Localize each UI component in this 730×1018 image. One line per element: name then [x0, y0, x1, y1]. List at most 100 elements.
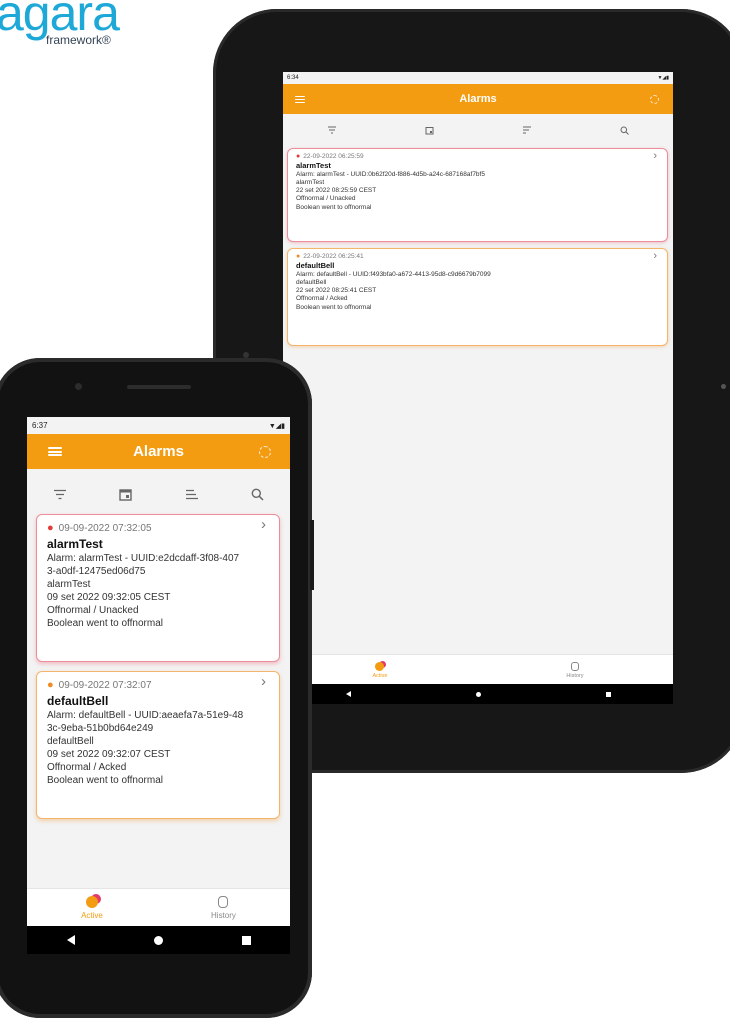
alarm-line: Boolean went to offnormal — [47, 618, 164, 629]
system-recents-icon[interactable] — [605, 691, 611, 697]
alarm-line: Offnormal / Acked — [296, 295, 348, 303]
phone-side-button — [310, 520, 314, 590]
alarm-header-row: ● 09-09-2022 07:32:07 — [47, 679, 269, 692]
alarm-timestamp: 09-09-2022 07:32:05 — [58, 523, 152, 534]
alarm-header-row: ● 22-09-2022 06:25:59 — [296, 153, 659, 161]
alarm-line: Alarm: alarmTest - UUID:0b62f20d-f886-4d… — [296, 170, 485, 178]
phone-nav-history[interactable]: History — [211, 896, 236, 920]
alarm-bell-icon: ● — [47, 522, 54, 534]
alarm-line: Offnormal / Acked — [47, 762, 127, 773]
phone-toolbar — [27, 479, 290, 509]
chevron-right-icon[interactable]: › — [653, 250, 657, 261]
phone-refresh-icon[interactable] — [259, 445, 271, 458]
alarm-bell-icon: ● — [47, 679, 54, 691]
tablet-alarm-card-alarmtest[interactable]: ● 22-09-2022 06:25:59 alarmTest Alarm: a… — [287, 148, 668, 242]
tablet-status-time: 6:34 — [287, 75, 299, 81]
tablet-refresh-icon[interactable] — [650, 94, 659, 104]
alarm-line: defaultBell — [47, 736, 94, 747]
tablet-toolbar — [283, 118, 673, 142]
tablet-sensor — [721, 384, 726, 389]
tablet-bottom-nav: Active History — [283, 654, 673, 685]
phone-system-nav — [27, 926, 290, 954]
phone-alarm-card-defaultbell[interactable]: ● 09-09-2022 07:32:07 defaultBell Alarm:… — [36, 671, 280, 819]
alarm-timestamp: 09-09-2022 07:32:07 — [58, 680, 152, 691]
phone-speaker — [127, 385, 191, 389]
tablet-system-nav — [283, 684, 673, 704]
alarm-name: defaultBell — [47, 694, 109, 708]
phone-app-title: Alarms — [133, 443, 184, 460]
alarm-name: alarmTest — [47, 537, 103, 551]
alarm-line: Offnormal / Unacked — [296, 195, 356, 203]
system-back-icon[interactable] — [66, 935, 75, 945]
sort-icon[interactable] — [185, 489, 199, 500]
phone-app-bar: Alarms — [27, 434, 290, 469]
active-alarm-icon — [85, 896, 98, 908]
sort-icon[interactable] — [522, 126, 532, 134]
alarm-line: 09 set 2022 09:32:05 CEST — [47, 592, 171, 603]
tablet-app-bar: Alarms — [283, 84, 673, 114]
alarm-name: defaultBell — [296, 261, 335, 271]
alarm-line: Alarm: defaultBell - UUID:f493bfa0-a672-… — [296, 270, 491, 278]
phone-status-time: 6:37 — [32, 421, 48, 430]
system-back-icon[interactable] — [345, 691, 351, 697]
alarm-bell-icon: ● — [296, 153, 301, 160]
alarm-timestamp: 22-09-2022 06:25:59 — [303, 153, 364, 160]
filter-icon[interactable] — [327, 126, 337, 134]
alarm-line: Boolean went to offnormal — [296, 203, 372, 211]
chevron-right-icon[interactable]: › — [653, 150, 657, 161]
phone-nav-active-label: Active — [81, 911, 103, 920]
tablet-nav-active[interactable]: Active — [372, 661, 388, 679]
alarm-line: 3c-9eba-51b0bd64e249 — [47, 723, 154, 734]
phone-screen: 6:37 ▼◢▮ Alarms ● 09-09-2022 07:32:05 al… — [27, 417, 290, 954]
history-icon — [570, 661, 579, 671]
phone-status-bar: 6:37 ▼◢▮ — [27, 417, 290, 434]
tablet-nav-history-label: History — [566, 672, 584, 679]
alarm-line: defaultBell — [296, 278, 327, 286]
tablet-status-bar: 6:34 ▼◢▮ — [283, 72, 673, 84]
tablet-menu-icon[interactable] — [295, 95, 305, 103]
phone-menu-icon[interactable] — [48, 447, 62, 456]
tablet-nav-history[interactable]: History — [566, 661, 584, 679]
phone-camera — [75, 383, 82, 390]
filter-icon[interactable] — [53, 489, 67, 500]
tablet-screen: 6:34 ▼◢▮ Alarms ● 22-09-2022 06:25:59 al… — [283, 72, 673, 704]
alarm-line: 3-a0df-12475ed06d75 — [47, 566, 146, 577]
alarm-header-row: ● 09-09-2022 07:32:05 — [47, 522, 269, 535]
niagara-logo: agara framework® — [0, 0, 170, 60]
alarm-timestamp: 22-09-2022 06:25:41 — [303, 253, 364, 260]
phone-alarm-card-alarmtest[interactable]: ● 09-09-2022 07:32:05 alarmTest Alarm: a… — [36, 514, 280, 662]
search-icon[interactable] — [251, 488, 264, 501]
alarm-line: Boolean went to offnormal — [296, 303, 372, 311]
alarm-bell-icon: ● — [296, 253, 301, 260]
alarm-line: 22 set 2022 08:25:59 CEST — [296, 187, 377, 195]
phone-nav-active[interactable]: Active — [81, 896, 103, 920]
tablet-nav-active-label: Active — [372, 672, 388, 679]
calendar-icon[interactable] — [119, 488, 133, 501]
alarm-line: Alarm: defaultBell - UUID:aeaefa7a-51e9-… — [47, 710, 244, 721]
system-home-icon[interactable] — [153, 935, 163, 945]
tablet-status-icons: ▼◢▮ — [657, 75, 669, 81]
alarm-line: Boolean went to offnormal — [47, 775, 164, 786]
alarm-line: 22 set 2022 08:25:41 CEST — [296, 287, 377, 295]
tablet-app-title: Alarms — [459, 93, 497, 105]
active-alarm-icon — [375, 661, 385, 671]
phone-status-icons: ▼◢▮ — [268, 422, 285, 430]
system-home-icon[interactable] — [475, 691, 481, 697]
phone-nav-history-label: History — [211, 911, 236, 920]
chevron-right-icon[interactable]: › — [261, 517, 266, 532]
chevron-right-icon[interactable]: › — [261, 674, 266, 689]
alarm-line: 09 set 2022 09:32:07 CEST — [47, 749, 171, 760]
alarm-line: Offnormal / Unacked — [47, 605, 139, 616]
logo-subtitle: framework® — [46, 33, 111, 47]
tablet-alarm-card-defaultbell[interactable]: ● 22-09-2022 06:25:41 defaultBell Alarm:… — [287, 248, 668, 346]
alarm-name: alarmTest — [296, 161, 331, 171]
history-icon — [218, 896, 229, 908]
alarm-line: Alarm: alarmTest - UUID:e2dcdaff-3f08-40… — [47, 553, 240, 564]
phone-bottom-nav: Active History — [27, 888, 290, 927]
alarm-line: alarmTest — [47, 579, 91, 590]
search-icon[interactable] — [620, 126, 629, 135]
alarm-line: alarmTest — [296, 178, 325, 186]
alarm-header-row: ● 22-09-2022 06:25:41 — [296, 253, 659, 261]
system-recents-icon[interactable] — [241, 935, 251, 945]
calendar-icon[interactable] — [425, 126, 434, 135]
